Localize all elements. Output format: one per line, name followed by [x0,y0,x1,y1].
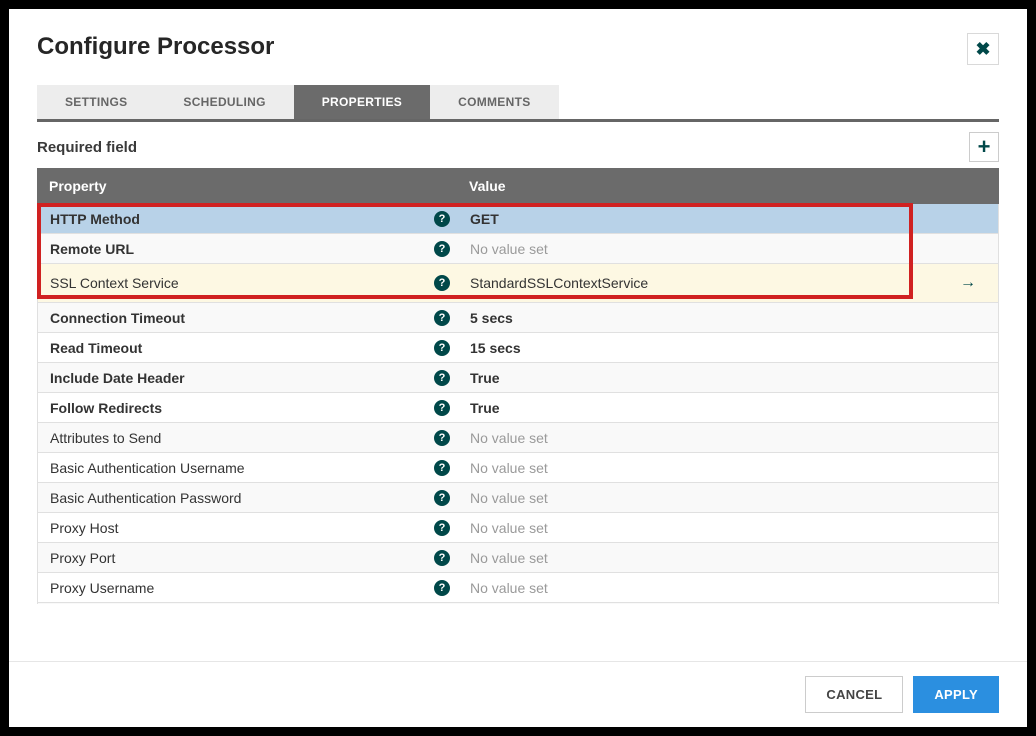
help-icon[interactable]: ? [434,580,450,596]
dialog-title: Configure Processor [37,33,274,61]
property-name: Proxy Host [50,520,118,536]
goto-controller-button [938,308,998,328]
arrow-right-icon: → [960,274,976,292]
help-icon[interactable]: ? [434,340,450,356]
goto-controller-button [938,239,998,259]
help-icon[interactable]: ? [434,490,450,506]
property-name: HTTP Method [50,211,140,227]
help-icon[interactable]: ? [434,310,450,326]
property-name: Include Date Header [50,370,185,386]
column-header-value: Value [457,168,939,204]
tab-scheduling[interactable]: SCHEDULING [155,85,293,119]
help-icon[interactable]: ? [434,241,450,257]
goto-controller-button [938,209,998,229]
table-row[interactable]: Follow Redirects? True [38,393,998,423]
table-row[interactable]: SSL Context Service? StandardSSLContextSe… [38,264,998,303]
property-value[interactable]: True [458,395,938,421]
property-value[interactable]: 15 secs [458,335,938,361]
table-header: Property Value [37,168,999,204]
property-value[interactable]: No value set [458,455,938,481]
required-row: Required field + [9,122,1027,168]
property-value[interactable]: GET [458,206,938,232]
property-name: Follow Redirects [50,400,162,416]
help-icon[interactable]: ? [434,275,450,291]
add-property-button[interactable]: + [969,132,999,162]
tab-properties[interactable]: PROPERTIES [294,85,430,119]
close-icon: ✖ [975,39,990,60]
property-name: Proxy Port [50,550,115,566]
property-value[interactable]: No value set [458,425,938,451]
property-value[interactable]: No value set [458,236,938,262]
tab-bar: SETTINGSSCHEDULINGPROPERTIESCOMMENTS [37,85,999,122]
property-value[interactable]: 5 secs [458,305,938,331]
property-value[interactable]: True [458,365,938,391]
goto-controller-button [938,338,998,358]
table-row[interactable]: Proxy Password?No value set [38,603,998,604]
goto-controller-button [938,398,998,418]
help-icon[interactable]: ? [434,550,450,566]
properties-table: Property Value HTTP Method?GETRemote URL… [37,168,999,661]
configure-processor-dialog: Configure Processor ✖ SETTINGSSCHEDULING… [9,9,1027,727]
help-icon[interactable]: ? [434,211,450,227]
goto-controller-button[interactable]: → [938,264,998,302]
property-value[interactable]: No value set [458,485,938,511]
dialog-header: Configure Processor ✖ [9,9,1027,77]
property-value[interactable]: StandardSSLContextService [458,270,938,296]
table-row[interactable]: Basic Authentication Password? No value s… [38,483,998,513]
help-icon[interactable]: ? [434,400,450,416]
table-row[interactable]: Basic Authentication Username? No value s… [38,453,998,483]
property-value[interactable]: No value set [458,545,938,571]
table-row[interactable]: Connection Timeout? 5 secs [38,303,998,333]
property-value[interactable]: No value set [458,575,938,601]
property-value[interactable]: No value set [458,515,938,541]
table-row[interactable]: Proxy Username? No value set [38,573,998,603]
help-icon[interactable]: ? [434,520,450,536]
property-name: Proxy Username [50,580,154,596]
table-row[interactable]: Include Date Header? True [38,363,998,393]
cancel-button[interactable]: CANCEL [805,676,903,713]
close-button[interactable]: ✖ [967,33,999,65]
goto-controller-button [938,488,998,508]
property-name: Basic Authentication Username [50,460,245,476]
goto-controller-button [938,578,998,598]
tab-settings[interactable]: SETTINGS [37,85,155,119]
goto-controller-button [938,458,998,478]
goto-controller-button [938,518,998,538]
property-name: Attributes to Send [50,430,161,446]
table-row[interactable]: Read Timeout? 15 secs [38,333,998,363]
table-row[interactable]: Proxy Port? No value set [38,543,998,573]
tab-comments[interactable]: COMMENTS [430,85,558,119]
column-header-actions [939,168,999,204]
property-name: Read Timeout [50,340,142,356]
goto-controller-button [938,428,998,448]
goto-controller-button [938,548,998,568]
help-icon[interactable]: ? [434,370,450,386]
property-name: Connection Timeout [50,310,185,326]
dialog-footer: CANCEL APPLY [9,661,1027,727]
property-name: SSL Context Service [50,275,179,291]
help-icon[interactable]: ? [434,430,450,446]
table-row[interactable]: Remote URL? No value set [38,234,998,264]
table-row[interactable]: Attributes to Send? No value set [38,423,998,453]
table-row[interactable]: HTTP Method? GET [38,204,998,234]
goto-controller-button [938,368,998,388]
table-body[interactable]: HTTP Method?GETRemote URL?No value setSS… [37,204,999,604]
column-header-property: Property [37,168,457,204]
table-row[interactable]: Proxy Host? No value set [38,513,998,543]
help-icon[interactable]: ? [434,460,450,476]
plus-icon: + [978,136,991,158]
required-field-label: Required field [37,139,137,156]
apply-button[interactable]: APPLY [913,676,999,713]
property-name: Basic Authentication Password [50,490,241,506]
property-name: Remote URL [50,241,134,257]
